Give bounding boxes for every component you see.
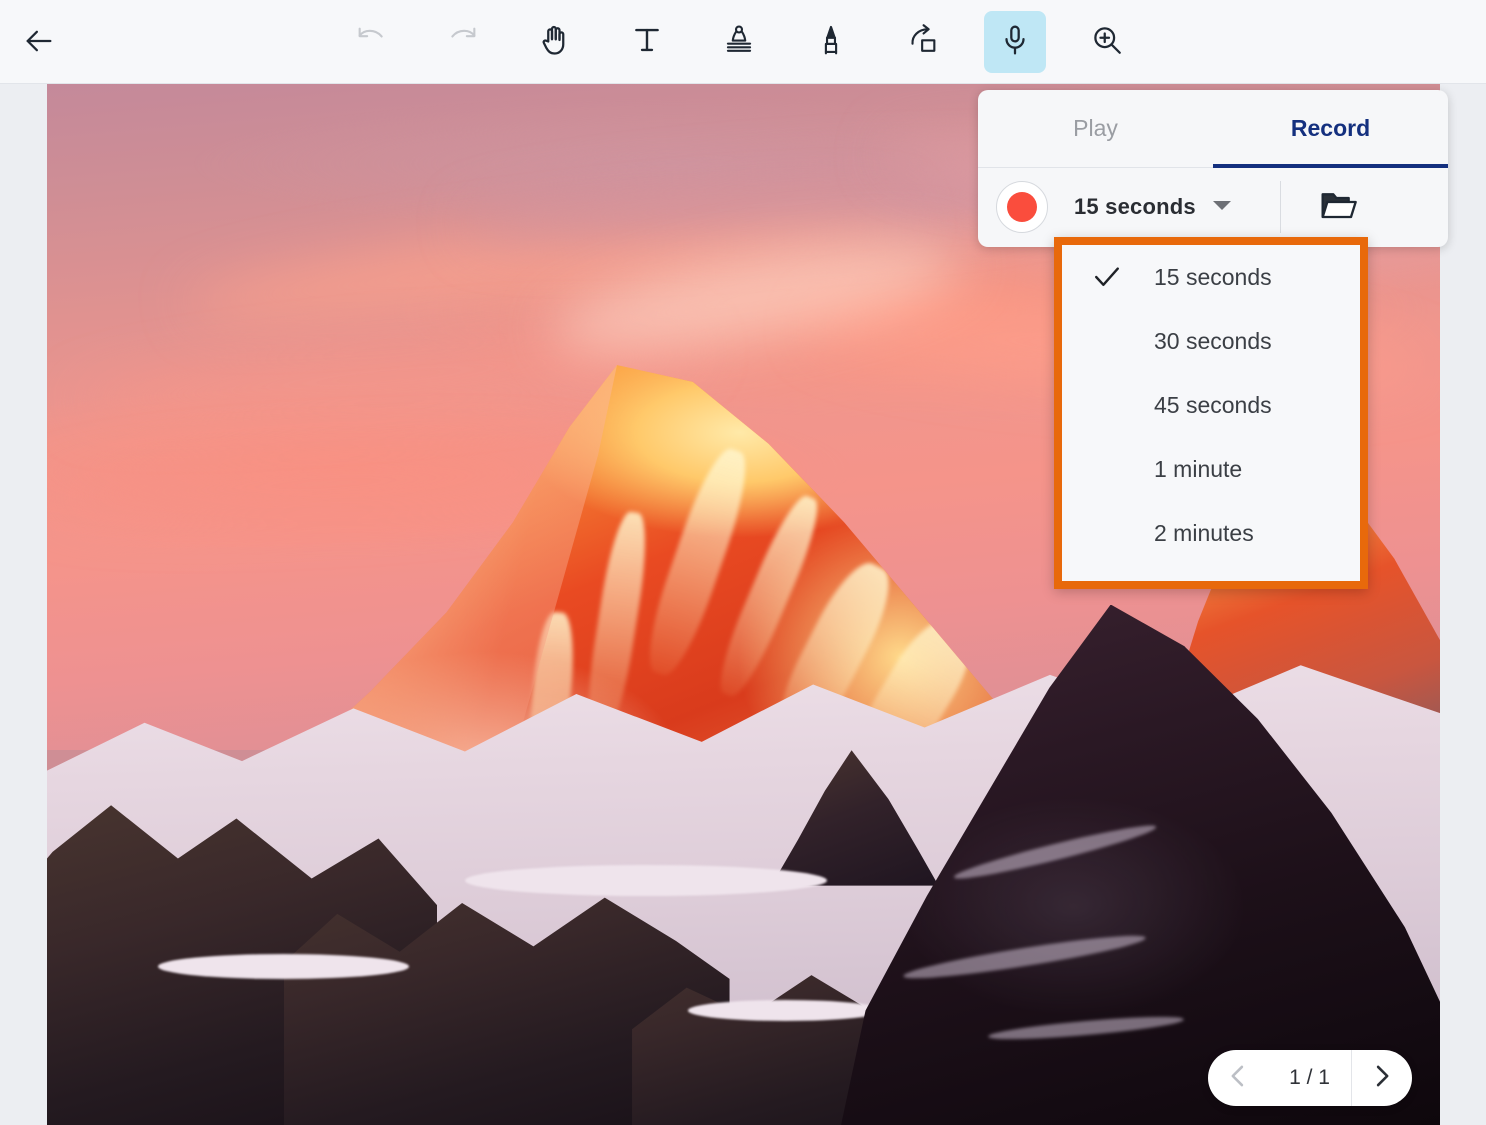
duration-option-45-seconds[interactable]: 45 seconds: [1062, 373, 1360, 437]
recorder-controls: 15 seconds: [978, 168, 1448, 246]
tab-play-label: Play: [1073, 115, 1118, 141]
duration-option-30-seconds[interactable]: 30 seconds: [1062, 309, 1360, 373]
hand-icon: [537, 22, 573, 63]
duration-option-label: 1 minute: [1154, 455, 1243, 482]
tab-record-label: Record: [1290, 115, 1371, 141]
tab-record[interactable]: Record: [1213, 90, 1448, 168]
share-tool[interactable]: [892, 11, 954, 73]
record-dot-icon: [1007, 192, 1037, 222]
browse-files-button[interactable]: [1307, 179, 1371, 235]
duration-option-label: 15 seconds: [1154, 263, 1272, 290]
app-root: Play Record 15 seconds 15 seconds 30 sec…: [0, 0, 1486, 1125]
stamp-tool[interactable]: [708, 11, 770, 73]
back-arrow-icon: [22, 24, 56, 63]
page-counter: 1 / 1: [1289, 1066, 1330, 1089]
duration-option-1-minute[interactable]: 1 minute: [1062, 437, 1360, 501]
undo-tool[interactable]: [340, 11, 402, 73]
pen-tool[interactable]: [800, 11, 862, 73]
back-button[interactable]: [16, 20, 62, 66]
stamp-icon: [722, 23, 756, 62]
marker-pen-icon: [814, 23, 848, 62]
chevron-down-icon: [1212, 198, 1232, 217]
duration-option-label: 45 seconds: [1154, 391, 1272, 418]
zoom-tool[interactable]: [1076, 11, 1138, 73]
next-page-button[interactable]: [1352, 1050, 1412, 1106]
text-tool[interactable]: [616, 11, 678, 73]
share-arrow-icon: [906, 23, 940, 62]
previous-page-button[interactable]: [1208, 1050, 1268, 1106]
magnifier-plus-icon: [1090, 23, 1124, 62]
audio-recorder-panel: Play Record 15 seconds: [978, 90, 1448, 247]
checkmark-icon: [1084, 265, 1154, 289]
duration-option-2-minutes[interactable]: 2 minutes: [1062, 501, 1360, 565]
duration-option-label: 2 minutes: [1154, 519, 1254, 546]
page-navigation: 1 / 1: [1208, 1050, 1412, 1106]
chevron-right-icon: [1371, 1063, 1393, 1094]
text-t-icon: [630, 23, 664, 62]
duration-value: 15 seconds: [1074, 194, 1196, 219]
undo-icon: [354, 23, 388, 62]
recorder-tabs: Play Record: [978, 90, 1448, 168]
duration-option-label: 30 seconds: [1154, 327, 1272, 354]
top-toolbar: [0, 0, 1486, 84]
redo-tool[interactable]: [432, 11, 494, 73]
duration-option-15-seconds[interactable]: 15 seconds: [1062, 245, 1360, 309]
microphone-icon: [998, 23, 1032, 62]
controls-divider: [1279, 181, 1281, 233]
record-button[interactable]: [996, 181, 1048, 233]
audio-tool[interactable]: [984, 11, 1046, 73]
tool-cluster: [340, 11, 1138, 73]
redo-icon: [446, 23, 480, 62]
tab-play[interactable]: Play: [978, 90, 1213, 167]
pan-tool[interactable]: [524, 11, 586, 73]
duration-options-menu: 15 seconds 30 seconds 45 seconds 1 minut…: [1054, 237, 1368, 589]
folder-icon: [1319, 188, 1359, 227]
duration-dropdown[interactable]: 15 seconds: [1074, 194, 1232, 220]
chevron-left-icon: [1227, 1063, 1249, 1094]
